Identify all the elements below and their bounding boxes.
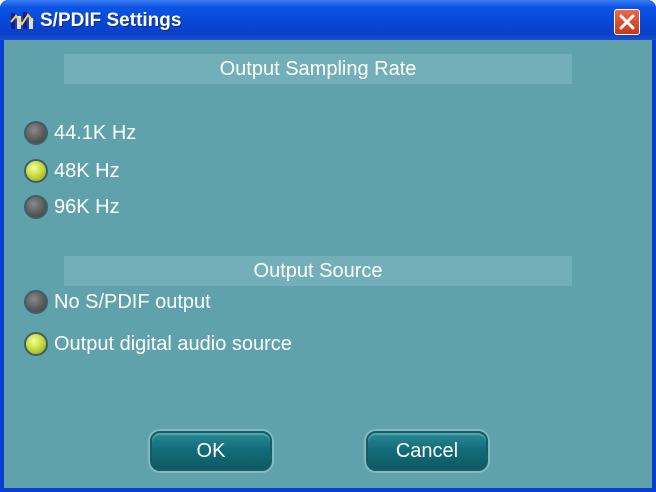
radio-no-spdif-output[interactable]: No S/PDIF output — [24, 288, 211, 316]
cancel-button[interactable]: Cancel — [366, 431, 488, 471]
window-title: S/PDIF Settings — [40, 10, 182, 31]
radio-indicator-icon — [24, 121, 48, 145]
ok-button[interactable]: OK — [150, 431, 272, 471]
audio-app-icon — [10, 10, 34, 32]
radio-indicator-icon — [24, 332, 48, 356]
radio-sampling-96k[interactable]: 96K Hz — [24, 193, 120, 221]
spdif-settings-window: S/PDIF Settings Output Sampling Rate 44.… — [0, 0, 656, 492]
radio-label: 48K Hz — [54, 159, 120, 182]
radio-output-digital-audio-source[interactable]: Output digital audio source — [24, 330, 292, 358]
title-bar[interactable]: S/PDIF Settings — [0, 0, 656, 40]
sampling-rate-header: Output Sampling Rate — [64, 54, 572, 84]
close-button[interactable] — [614, 9, 640, 35]
radio-indicator-icon — [24, 290, 48, 314]
radio-sampling-44-1k[interactable]: 44.1K Hz — [24, 119, 136, 147]
radio-indicator-icon — [24, 159, 48, 183]
radio-indicator-icon — [24, 195, 48, 219]
output-source-header: Output Source — [64, 256, 572, 286]
dialog-client-area: Output Sampling Rate 44.1K Hz 48K Hz 96K… — [4, 40, 652, 488]
radio-label: Output digital audio source — [54, 332, 292, 355]
radio-label: 44.1K Hz — [54, 121, 137, 144]
radio-label: No S/PDIF output — [54, 290, 211, 313]
close-icon — [619, 14, 635, 30]
radio-sampling-48k[interactable]: 48K Hz — [24, 157, 120, 185]
radio-label: 96K Hz — [54, 195, 120, 218]
